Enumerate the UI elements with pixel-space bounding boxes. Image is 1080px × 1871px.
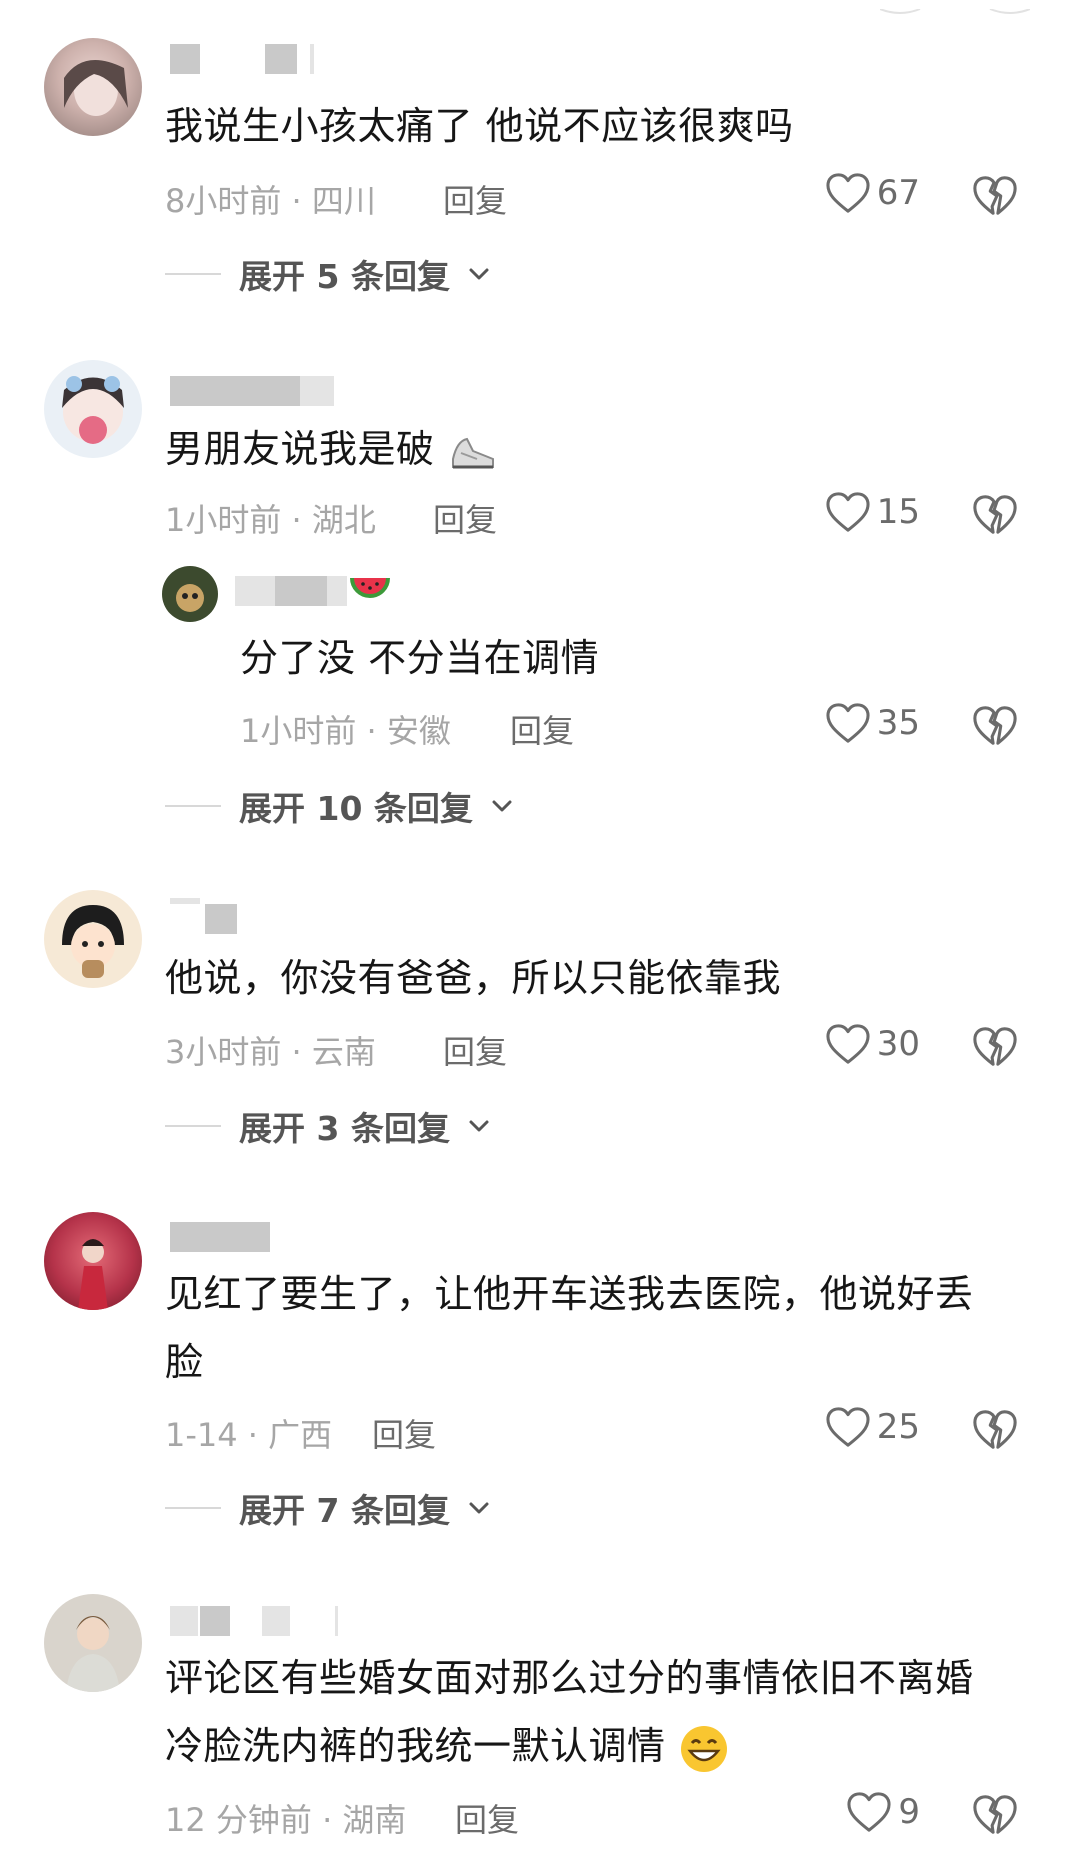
- chevron-down-icon: [468, 267, 490, 281]
- like-count: 30: [876, 1024, 920, 1064]
- expand-replies-label: 展开 3 条回复: [239, 1109, 450, 1148]
- reply-button[interactable]: 回复: [433, 495, 497, 541]
- username-redacted: [170, 1222, 270, 1252]
- user-avatar[interactable]: [44, 38, 142, 136]
- divider-line: [165, 1125, 221, 1127]
- comment-text: 他说，你没有爸爸，所以只能依靠我: [165, 956, 782, 1000]
- like-button[interactable]: 35: [825, 702, 920, 744]
- username-redacted: [170, 376, 340, 406]
- broken-heart-icon[interactable]: [972, 174, 1018, 218]
- comment-text-line: 见红了要生了，让他开车送我去医院，他说好丢: [165, 1272, 974, 1316]
- heart-outline-icon: [825, 702, 871, 744]
- chevron-down-icon: [468, 1119, 490, 1133]
- comment-text-body: 男朋友说我是破: [165, 427, 435, 471]
- like-count: 15: [876, 492, 920, 532]
- like-count: 67: [876, 173, 920, 213]
- comment-text-line: 脸: [165, 1340, 204, 1384]
- broken-heart-icon[interactable]: [972, 704, 1018, 748]
- comment-meta: 8小时前 · 四川: [165, 182, 376, 220]
- like-button[interactable]: 15: [825, 491, 920, 533]
- expand-replies-button[interactable]: 展开 3 条回复: [165, 1102, 490, 1150]
- like-button[interactable]: 9: [846, 1791, 920, 1833]
- reply-button[interactable]: 回复: [443, 1027, 507, 1073]
- expand-replies-button[interactable]: 展开 7 条回复: [165, 1484, 490, 1532]
- username-redacted: [170, 1606, 350, 1636]
- chevron-down-icon: [468, 1501, 490, 1515]
- heart-outline-icon: [825, 1023, 871, 1065]
- comment-text: 见红了要生了，让他开车送我去医院，他说好丢 脸: [165, 1260, 1020, 1396]
- chevron-down-icon: [491, 799, 513, 813]
- expand-replies-label: 展开 5 条回复: [239, 257, 450, 296]
- reply-button[interactable]: 回复: [455, 1795, 519, 1841]
- like-count: 35: [876, 703, 920, 743]
- comment-meta: 12 分钟前 · 湖南: [165, 1801, 407, 1839]
- comment-meta: 1-14 · 广西: [165, 1416, 333, 1454]
- broken-heart-icon[interactable]: [972, 1408, 1018, 1452]
- top-edge-remnant: [879, 0, 1031, 14]
- grinning-emoji: [681, 1725, 728, 1772]
- comment-text-line: 评论区有些婚女面对那么过分的事情依旧不离婚: [165, 1656, 974, 1700]
- broken-heart-icon[interactable]: [972, 493, 1018, 537]
- heart-outline-icon: [825, 1406, 871, 1448]
- expand-replies-label: 展开 7 条回复: [239, 1491, 450, 1530]
- user-avatar[interactable]: [44, 890, 142, 988]
- heart-outline-icon: [825, 172, 871, 214]
- user-avatar[interactable]: [44, 1594, 142, 1692]
- reply-text: 分了没 不分当在调情: [240, 636, 600, 680]
- watermelon-emoji: [350, 577, 390, 598]
- broken-heart-icon[interactable]: [972, 1793, 1018, 1837]
- comment-text: 我说生小孩太痛了 他说不应该很爽吗: [165, 104, 794, 148]
- reply-button[interactable]: 回复: [510, 706, 574, 752]
- broken-heart-icon[interactable]: [972, 1025, 1018, 1069]
- heart-outline-icon: [825, 491, 871, 533]
- divider-line: [165, 1507, 221, 1509]
- like-button[interactable]: 30: [825, 1023, 920, 1065]
- expand-replies-button[interactable]: 展开 5 条回复: [165, 250, 490, 298]
- user-avatar[interactable]: [44, 1212, 142, 1310]
- reply-user-avatar[interactable]: [162, 566, 218, 622]
- like-count: 9: [898, 1792, 920, 1832]
- comment-text-body: 冷脸洗内裤的我统一默认调情: [165, 1724, 666, 1768]
- reply-meta: 1小时前 · 安徽: [240, 712, 451, 750]
- comment-text: 评论区有些婚女面对那么过分的事情依旧不离婚 冷脸洗内裤的我统一默认调情: [165, 1644, 1020, 1780]
- reply-button[interactable]: 回复: [372, 1410, 436, 1456]
- comment-meta: 1小时前 · 湖北: [165, 501, 376, 539]
- like-button[interactable]: 67: [825, 172, 920, 214]
- comment-text-line: 冷脸洗内裤的我统一默认调情: [165, 1712, 1020, 1780]
- heart-outline-icon: [846, 1791, 892, 1833]
- username-redacted: [170, 898, 250, 934]
- divider-line: [165, 273, 221, 275]
- expand-replies-label: 展开 10 条回复: [239, 789, 473, 828]
- reply-button[interactable]: 回复: [443, 176, 507, 222]
- comment-text: 男朋友说我是破: [165, 415, 1020, 483]
- divider-line: [165, 805, 221, 807]
- user-avatar[interactable]: [44, 360, 142, 458]
- comment-meta: 3小时前 · 云南: [165, 1033, 376, 1071]
- like-button[interactable]: 25: [825, 1406, 920, 1448]
- username-redacted: [170, 44, 320, 74]
- sneaker-emoji: [452, 437, 495, 468]
- reply-username-redacted: [235, 576, 350, 606]
- like-count: 25: [876, 1407, 920, 1447]
- expand-replies-button[interactable]: 展开 10 条回复: [165, 782, 513, 830]
